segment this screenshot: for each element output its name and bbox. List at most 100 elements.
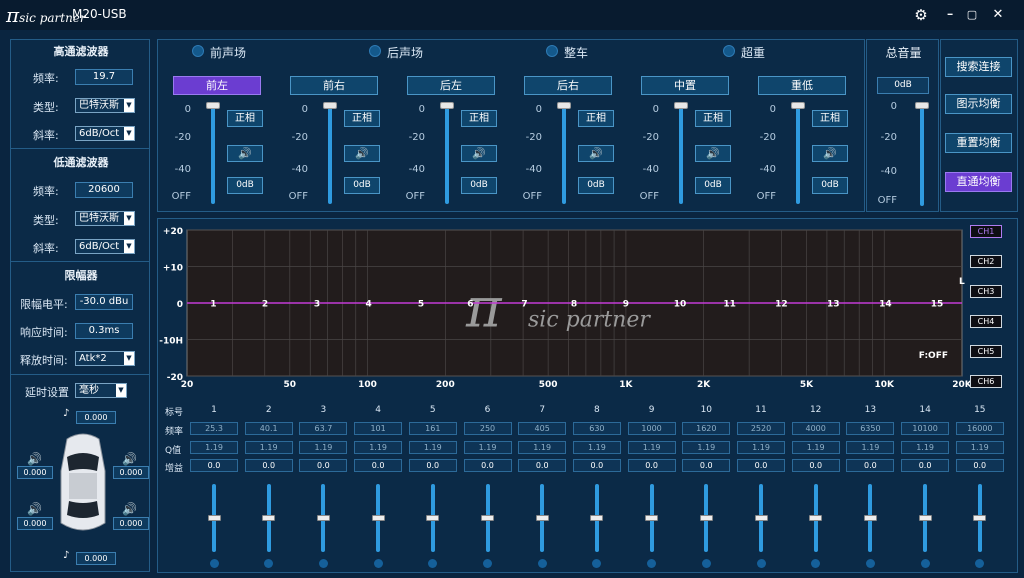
- band-gain-knob[interactable]: [207, 515, 221, 521]
- group-radio-2[interactable]: [546, 45, 558, 57]
- band-q-field[interactable]: 1.19: [846, 441, 895, 454]
- band-gain-field[interactable]: 0.0: [572, 459, 621, 472]
- band-freq-field[interactable]: 63.7: [299, 422, 348, 435]
- close-icon[interactable]: ✕: [988, 6, 1008, 24]
- minimize-icon[interactable]: ━: [940, 6, 960, 24]
- settings-icon[interactable]: ⚙: [911, 6, 931, 24]
- band-enable-dot[interactable]: [373, 559, 383, 568]
- band-gain-knob[interactable]: [590, 515, 604, 521]
- channel-volume-slider-3[interactable]: [562, 106, 566, 204]
- band-gain-field[interactable]: 0.0: [244, 459, 293, 472]
- eq-response-graph[interactable]: +20+100-10H-2020 50 100 200 500 1K 2K 5K 10K 20Kπ…: [157, 222, 1020, 396]
- channel-volume-slider-2[interactable]: [445, 106, 449, 204]
- band-freq-field[interactable]: 101: [354, 422, 403, 435]
- band-freq-field[interactable]: 1000: [627, 422, 676, 435]
- band-enable-dot[interactable]: [920, 559, 930, 568]
- speaker-top-icon[interactable]: ♪: [63, 408, 69, 419]
- channel-button-2[interactable]: 后左: [407, 76, 495, 95]
- band-q-field[interactable]: 1.19: [408, 441, 457, 454]
- band-q-field[interactable]: 1.19: [244, 441, 293, 454]
- band-gain-field[interactable]: 0.0: [408, 459, 457, 472]
- limiter-level-field[interactable]: -30.0 dBu: [75, 294, 133, 310]
- channel-volume-slider-4[interactable]: [679, 106, 683, 204]
- band-gain-field[interactable]: 0.0: [682, 459, 731, 472]
- channel-button-4[interactable]: 中置: [641, 76, 729, 95]
- band-gain-field[interactable]: 0.0: [791, 459, 840, 472]
- channel-volume-slider-0[interactable]: [211, 106, 215, 204]
- search-connect-button[interactable]: 搜索连接: [945, 57, 1012, 77]
- band-gain-knob[interactable]: [316, 515, 330, 521]
- band-enable-dot[interactable]: [756, 559, 766, 568]
- mute-speaker-icon[interactable]: 🔊: [227, 145, 263, 162]
- band-freq-field[interactable]: 250: [463, 422, 512, 435]
- band-enable-dot[interactable]: [865, 559, 875, 568]
- band-gain-knob[interactable]: [754, 515, 768, 521]
- mute-speaker-icon[interactable]: 🔊: [461, 145, 497, 162]
- channel-volume-knob-3[interactable]: [557, 102, 571, 109]
- band-q-field[interactable]: 1.19: [299, 441, 348, 454]
- band-gain-field[interactable]: 0.0: [627, 459, 676, 472]
- band-freq-field[interactable]: 2520: [737, 422, 785, 435]
- channel-button-0[interactable]: 前左: [173, 76, 261, 95]
- bypass-eq-button[interactable]: 直通均衡: [945, 172, 1012, 192]
- group-radio-1[interactable]: [369, 45, 381, 57]
- band-gain-knob[interactable]: [426, 515, 440, 521]
- delay-bottom-field[interactable]: 0.000: [76, 552, 116, 565]
- hpf-slope-select[interactable]: 6dB/Oct ▼: [75, 126, 135, 141]
- band-gain-field[interactable]: 0.0: [901, 459, 950, 472]
- delay-fl-field[interactable]: 0.000: [17, 466, 53, 479]
- band-gain-field[interactable]: 0.0: [846, 459, 895, 472]
- speaker-rear-right-icon[interactable]: 🔊: [122, 502, 137, 516]
- band-q-field[interactable]: 1.19: [190, 441, 238, 454]
- band-q-field[interactable]: 1.19: [572, 441, 621, 454]
- band-gain-field[interactable]: 0.0: [190, 459, 238, 472]
- speaker-rear-left-icon[interactable]: 🔊: [27, 502, 42, 516]
- hpf-freq-field[interactable]: 19.7: [75, 69, 133, 85]
- band-gain-knob[interactable]: [645, 515, 659, 521]
- band-q-field[interactable]: 1.19: [791, 441, 840, 454]
- channel-volume-knob-5[interactable]: [791, 102, 805, 109]
- band-freq-field[interactable]: 10100: [901, 422, 950, 435]
- delay-rl-field[interactable]: 0.000: [17, 517, 53, 530]
- delay-rr-field[interactable]: 0.000: [113, 517, 149, 530]
- band-freq-field[interactable]: 40.1: [244, 422, 293, 435]
- master-volume-slider[interactable]: [920, 106, 924, 206]
- channel-volume-knob-4[interactable]: [674, 102, 688, 109]
- band-enable-dot[interactable]: [483, 559, 492, 568]
- speaker-bottom-icon[interactable]: ♪: [63, 550, 69, 561]
- band-freq-field[interactable]: 25.3: [190, 422, 238, 435]
- channel-button-3[interactable]: 后右: [524, 76, 612, 95]
- lpf-freq-field[interactable]: 20600: [75, 182, 133, 198]
- ch-label-2[interactable]: CH2: [970, 255, 1002, 268]
- delay-fr-field[interactable]: 0.000: [113, 466, 149, 479]
- speaker-front-left-icon[interactable]: 🔊: [27, 452, 42, 466]
- band-freq-field[interactable]: 6350: [846, 422, 895, 435]
- reset-eq-button[interactable]: 重置均衡: [945, 133, 1012, 153]
- band-freq-field[interactable]: 161: [408, 422, 457, 435]
- band-q-field[interactable]: 1.19: [518, 441, 567, 454]
- phase-button-0[interactable]: 正相: [227, 110, 263, 127]
- channel-button-1[interactable]: 前右: [290, 76, 378, 95]
- band-gain-knob[interactable]: [863, 515, 877, 521]
- mute-speaker-icon[interactable]: 🔊: [695, 145, 731, 162]
- band-enable-dot[interactable]: [318, 559, 328, 568]
- lpf-slope-select[interactable]: 6dB/Oct ▼: [75, 239, 135, 254]
- mute-speaker-icon[interactable]: 🔊: [344, 145, 380, 162]
- group-radio-3[interactable]: [723, 45, 735, 57]
- channel-volume-slider-5[interactable]: [796, 106, 800, 204]
- band-gain-knob[interactable]: [973, 515, 987, 521]
- phase-button-1[interactable]: 正相: [344, 110, 380, 127]
- band-gain-field[interactable]: 0.0: [354, 459, 403, 472]
- limiter-release-select[interactable]: Atk*2 ▼: [75, 351, 135, 366]
- channel-volume-slider-1[interactable]: [328, 106, 332, 204]
- channel-volume-knob-2[interactable]: [440, 102, 454, 109]
- maximize-icon[interactable]: ▢: [962, 6, 982, 24]
- band-gain-knob[interactable]: [809, 515, 823, 521]
- band-q-field[interactable]: 1.19: [354, 441, 403, 454]
- band-enable-dot[interactable]: [537, 559, 547, 568]
- band-q-field[interactable]: 1.19: [901, 441, 950, 454]
- phase-button-4[interactable]: 正相: [695, 110, 731, 127]
- delay-top-field[interactable]: 0.000: [76, 411, 116, 424]
- channel-volume-knob-1[interactable]: [323, 102, 337, 109]
- phase-button-2[interactable]: 正相: [461, 110, 497, 127]
